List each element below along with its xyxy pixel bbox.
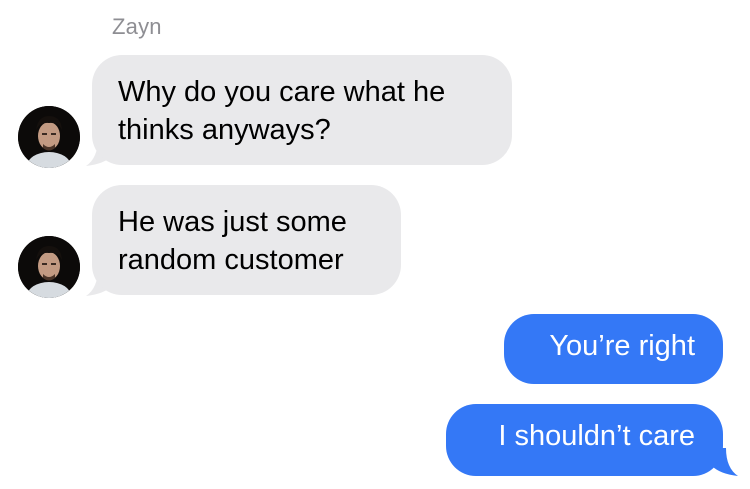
sender-name: Zayn [112, 14, 162, 39]
sender-avatar[interactable] [18, 106, 80, 168]
outgoing-message-bubble[interactable]: I shouldn’t care [446, 404, 723, 476]
incoming-message-bubble[interactable]: He was just some random customer [92, 185, 401, 295]
avatar-photo [18, 236, 80, 298]
sender-avatar[interactable] [18, 236, 80, 298]
avatar-photo [18, 106, 80, 168]
outgoing-message-bubble[interactable]: You’re right [504, 314, 723, 384]
incoming-message-bubble[interactable]: Why do you care what he thinks anyways? [92, 55, 512, 165]
message-thread: Zayn Why do you care what he thinks anyw… [0, 0, 750, 489]
